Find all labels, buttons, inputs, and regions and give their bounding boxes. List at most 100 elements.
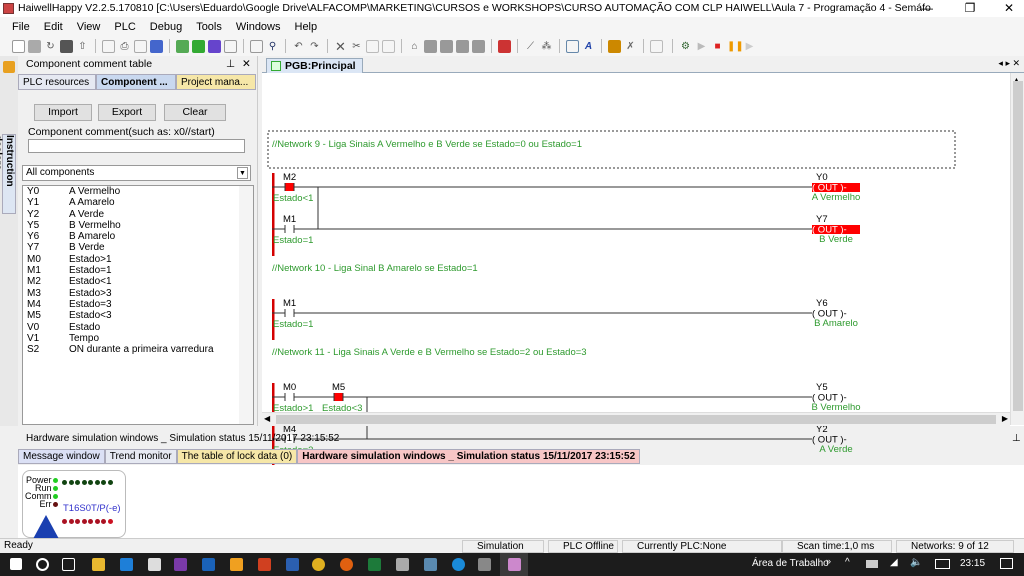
task-view-icon[interactable] [62,558,75,571]
check-icon[interactable] [134,39,147,53]
export-button[interactable]: Export [98,104,156,121]
comment-input[interactable] [28,139,245,153]
component-list[interactable]: Y0 A Vermelho Y1 A Amarelo Y2 A Verde Y5 B Verm… [22,185,254,425]
tab-navigation[interactable]: ◂ ▸ ✕ [998,58,1020,69]
skype-icon[interactable] [452,558,465,571]
chevron-down-icon[interactable]: ▼ [237,167,248,179]
app-icon-1[interactable] [396,558,409,571]
network-comment[interactable]: //Network 11 - Liga Sinais A Verde e B V… [272,347,587,358]
menu-plc[interactable]: PLC [114,21,135,33]
ladder-icon-3[interactable] [456,39,469,53]
powerpoint-icon[interactable] [258,558,271,571]
network-comment[interactable]: //Network 10 - Liga Sinal B Amarelo se E… [272,263,478,274]
close-button[interactable]: ✕ [994,0,1024,17]
tab-lock-table[interactable]: The table of lock data (0) [176,449,298,464]
edge-icon[interactable] [120,558,133,571]
wifi-icon[interactable]: ◢ [890,557,898,568]
app-icon-2[interactable] [424,558,437,571]
contact-address[interactable]: M2 [283,172,296,183]
component-row[interactable]: M1 Estado=1 [23,265,253,276]
download-icon[interactable] [192,39,205,53]
undo-icon[interactable]: ↶ [292,40,305,53]
new-icon[interactable] [12,39,25,53]
compile-icon[interactable] [150,39,163,53]
minimize-button[interactable]: — [912,0,942,17]
network-comment[interactable]: //Network 9 - Liga Sinais A Vermelho e B… [272,139,582,150]
toolbar-chevron[interactable]: » [826,556,831,566]
print-icon[interactable]: ⎙ [118,40,131,53]
component-row[interactable]: Y0 A Vermelho [23,186,253,197]
haiwell-taskbar-button[interactable] [500,553,528,576]
explorer-icon[interactable] [92,558,105,571]
run-icon[interactable]: ▶ [695,40,708,53]
onenote-icon[interactable] [174,558,187,571]
firefox-icon[interactable] [340,558,353,571]
component-row[interactable]: S2 ON durante a primeira varredura [23,344,253,355]
coil-address[interactable]: Y0 [816,172,828,183]
instruction-declare-tab[interactable]: Instruction declare [0,134,16,214]
font-icon[interactable]: A [582,40,595,53]
shape-icon[interactable]: ⌂ [408,40,421,53]
notification-icon[interactable] [1000,558,1013,569]
tab-pgb-principal[interactable]: PGB:Principal [266,58,363,73]
monitor-icon[interactable] [224,39,237,53]
cut-icon[interactable]: ✂ [350,40,363,53]
show-hidden-icon[interactable]: ^ [845,557,850,568]
menu-edit[interactable]: Edit [44,21,63,33]
coil-address[interactable]: Y7 [816,214,828,225]
coil-address[interactable]: Y6 [816,298,828,309]
component-row[interactable]: Y5 B Vermelho [23,220,253,231]
component-row[interactable]: Y2 A Verde [23,209,253,220]
stop-icon[interactable]: ■ [711,40,724,53]
ladder-icon-4[interactable] [472,39,485,53]
windows-start-icon[interactable] [10,558,22,570]
scroll-right-icon[interactable]: ▶ [1002,414,1008,423]
contact-address[interactable]: M0 [283,382,296,393]
menu-tools[interactable]: Tools [196,21,222,33]
tab-plc-resources[interactable]: PLC resources [18,74,96,90]
component-row[interactable]: M5 Estado<3 [23,310,253,321]
component-filter-select[interactable]: All components ▼ [22,165,251,181]
bottom-pin-icon[interactable]: ⊥ [1012,432,1021,446]
app-icon-3[interactable] [478,558,491,571]
upload-icon[interactable]: ⇧ [76,40,89,53]
delete-icon[interactable]: ✕ [334,40,347,53]
plc-icon[interactable] [176,39,189,53]
tab-hardware-simulation[interactable]: Hardware simulation windows _ Simulation… [297,449,641,464]
find-icon[interactable]: ⚲ [266,40,279,53]
outlook-icon[interactable] [202,558,215,571]
plc-sca-icon[interactable]: ⁂ [540,40,553,53]
component-row[interactable]: V1 Tempo [23,333,253,344]
import-button[interactable]: Import [34,104,92,121]
ladder-icon-1[interactable] [424,39,437,53]
table-icon[interactable] [566,39,579,53]
chrome-icon[interactable] [312,558,325,571]
connect-icon[interactable]: ⚙ [679,40,692,53]
print-preview-icon[interactable] [102,39,115,53]
keyboard-icon[interactable] [935,559,950,569]
component-row[interactable]: M2 Estado<1 [23,276,253,287]
pause-icon[interactable]: ❚❚ [727,40,744,53]
menu-windows[interactable]: Windows [236,21,281,33]
store-icon[interactable] [148,558,161,571]
clock[interactable]: 23:15 [960,558,985,569]
contact-address[interactable]: M5 [332,382,345,393]
list-scrollbar[interactable] [239,186,253,424]
component-row[interactable]: Y6 B Amarelo [23,231,253,242]
document-icon[interactable] [650,39,663,53]
contact-address[interactable]: M1 [283,298,296,309]
tab-project-manager[interactable]: Project mana... [176,74,256,90]
undo-open-icon[interactable]: ↻ [44,40,57,53]
paste-icon[interactable] [382,39,395,53]
redo-icon[interactable]: ↷ [308,40,321,53]
word-icon[interactable] [286,558,299,571]
upload-plc-icon[interactable] [208,39,221,53]
plc-device[interactable]: Power Run Comm Err T16S0T/P(-e) [22,470,126,539]
volume-icon[interactable]: 🔈 [910,557,922,568]
coil-address[interactable]: Y5 [816,382,828,393]
media-icon[interactable] [230,558,243,571]
excel-icon[interactable] [368,558,381,571]
line-icon[interactable]: ⟋ [524,40,537,53]
scroll-left-icon[interactable]: ◀ [264,414,270,423]
tab-trend-monitor[interactable]: Trend monitor [104,449,177,464]
